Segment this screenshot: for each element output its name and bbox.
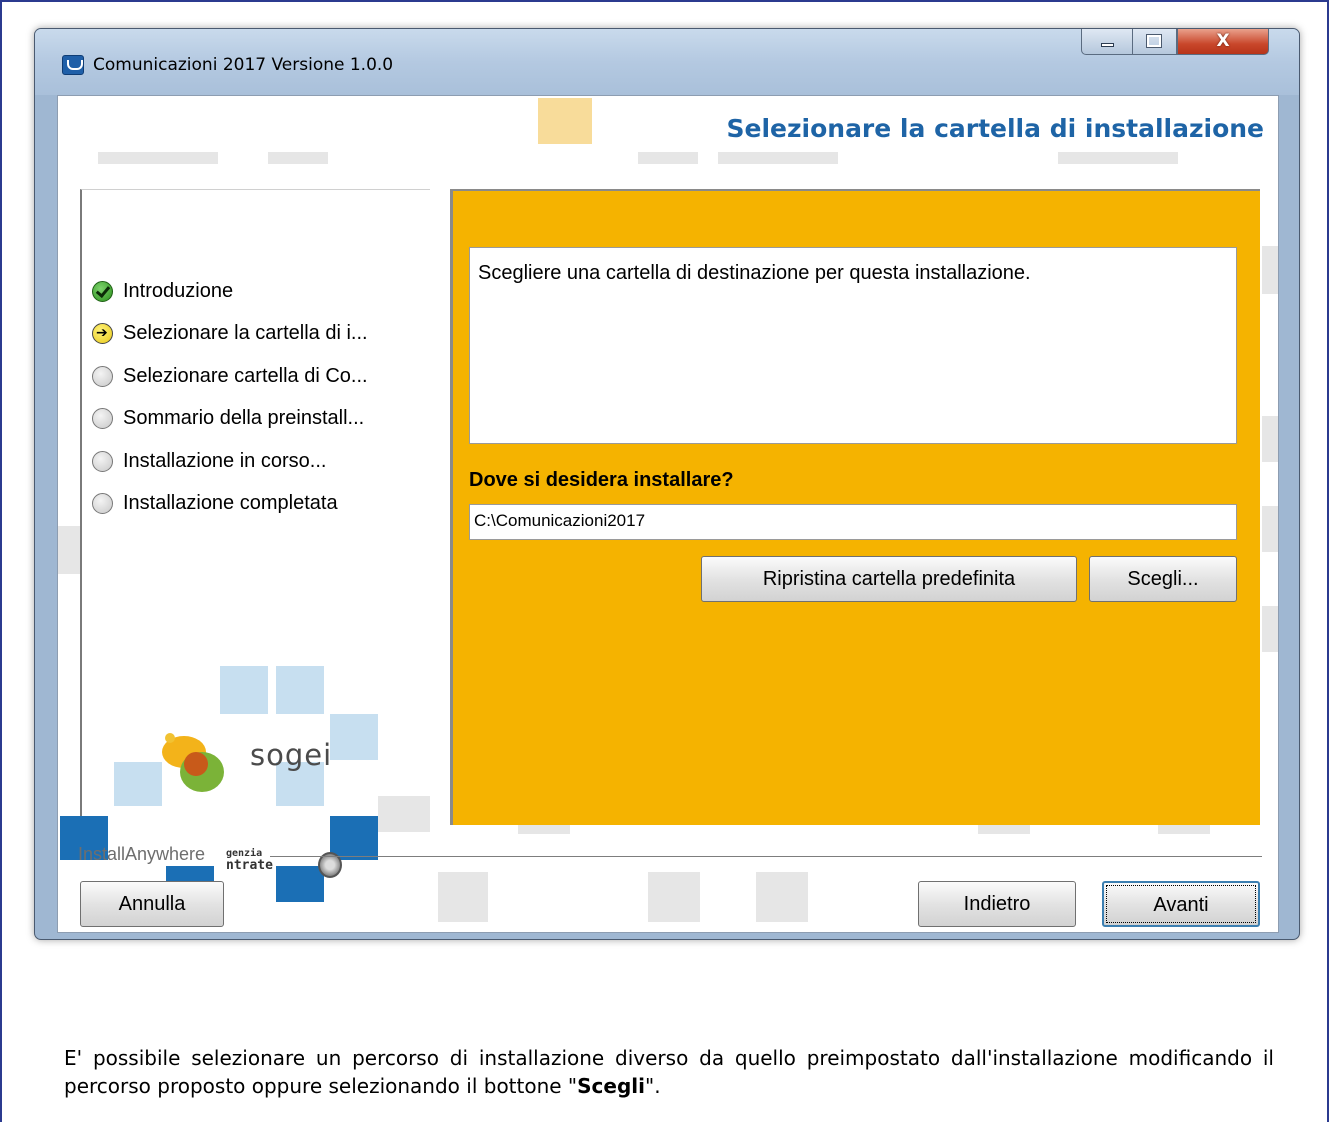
choose-folder-button[interactable]: Scegli... xyxy=(1089,556,1237,602)
decor-square xyxy=(438,872,488,922)
pending-circle-icon xyxy=(92,450,113,472)
sogei-logo-text: sogei xyxy=(250,738,333,772)
decor-square xyxy=(58,526,80,574)
decor-square xyxy=(220,666,268,714)
decor-square xyxy=(330,714,378,760)
step-installazione-in-corso: Installazione in corso... xyxy=(92,446,326,476)
decor-square xyxy=(276,666,324,714)
agenzia-entrate-logo: genzia ntrate xyxy=(208,848,273,872)
maximize-button[interactable] xyxy=(1133,29,1177,55)
step-installazione-completata: Installazione completata xyxy=(92,488,338,518)
decor-square xyxy=(718,152,838,164)
decor-square xyxy=(1262,506,1278,552)
pending-circle-icon xyxy=(92,492,113,514)
description-box: Scegliere una cartella di destinazione p… xyxy=(469,247,1237,444)
step-selezionare-cartella: Selezionare la cartella di i... xyxy=(92,318,368,348)
step-sommario: Sommario della preinstall... xyxy=(92,403,364,433)
description-text: Scegliere una cartella di destinazione p… xyxy=(478,262,1031,284)
caption-paragraph: E' possibile selezionare un percorso di … xyxy=(64,1044,1274,1100)
decor-square xyxy=(1262,606,1278,652)
decor-square xyxy=(1262,416,1278,462)
page-title: Selezionare la cartella di installazione xyxy=(726,114,1264,143)
step-selezionare-cartella-comunicazioni: Selezionare cartella di Co... xyxy=(92,361,368,391)
decor-square xyxy=(978,824,1030,834)
step-label: Introduzione xyxy=(123,279,234,302)
decor-square xyxy=(268,152,328,164)
step-label: Selezionare cartella di Co... xyxy=(123,364,368,387)
arrow-right-icon xyxy=(92,322,113,344)
content-panel: Scegliere una cartella di destinazione p… xyxy=(450,189,1260,825)
pending-circle-icon xyxy=(92,365,113,387)
steps-panel: Introduzione Selezionare la cartella di … xyxy=(60,189,430,902)
step-label: Selezionare la cartella di i... xyxy=(123,321,368,344)
install-path-input[interactable]: C:\Comunicazioni2017 xyxy=(469,504,1237,540)
entrate-logo-line: ntrate xyxy=(226,858,273,873)
close-icon: X xyxy=(1216,31,1230,51)
decor-square xyxy=(1262,246,1278,294)
next-button[interactable]: Avanti xyxy=(1102,881,1260,927)
decor-square xyxy=(276,866,324,902)
back-button[interactable]: Indietro xyxy=(918,881,1076,927)
decor-square xyxy=(1058,152,1178,164)
decor-square xyxy=(114,762,162,806)
caption-text-end: ". xyxy=(645,1074,661,1098)
step-label: Installazione completata xyxy=(123,491,338,514)
cancel-button[interactable]: Annulla xyxy=(80,881,224,927)
app-icon xyxy=(62,55,84,75)
installanywhere-label: InstallAnywhere xyxy=(78,844,206,864)
step-label: Sommario della preinstall... xyxy=(123,406,365,429)
step-label: Installazione in corso... xyxy=(123,449,327,472)
restore-default-folder-button[interactable]: Ripristina cartella predefinita xyxy=(701,556,1077,602)
caption-text: E' possibile selezionare un percorso di … xyxy=(64,1046,1274,1098)
decor-square xyxy=(330,816,378,860)
installer-window: Comunicazioni 2017 Versione 1.0.0 X Sele… xyxy=(34,28,1300,940)
title-bar[interactable]: Comunicazioni 2017 Versione 1.0.0 X xyxy=(35,29,1299,95)
window-title: Comunicazioni 2017 Versione 1.0.0 xyxy=(93,55,394,75)
decor-square xyxy=(648,872,700,922)
caption-bold-text: Scegli xyxy=(577,1074,645,1098)
decor-square xyxy=(1158,824,1210,834)
check-icon xyxy=(92,280,113,302)
close-button[interactable]: X xyxy=(1177,29,1269,55)
decor-square xyxy=(518,824,570,834)
decor-square xyxy=(756,872,808,922)
decor-square xyxy=(538,98,592,144)
minimize-button[interactable] xyxy=(1081,29,1133,55)
pending-circle-icon xyxy=(92,407,113,429)
sogei-logo-icon xyxy=(162,733,224,792)
installer-client-area: Selezionare la cartella di installazione… xyxy=(57,95,1279,933)
divider xyxy=(270,856,1262,857)
step-introduzione: Introduzione xyxy=(92,276,233,306)
minimize-icon xyxy=(1101,43,1114,47)
install-location-label: Dove si desidera installare? xyxy=(469,469,734,491)
decor-square xyxy=(98,152,218,164)
decor-square xyxy=(638,152,698,164)
maximize-icon xyxy=(1146,34,1162,48)
